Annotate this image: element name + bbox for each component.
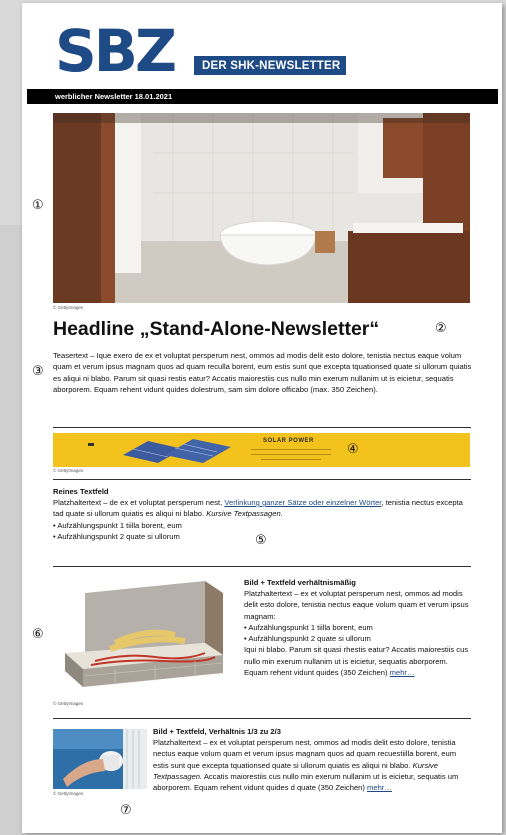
marker-5: ⑤ xyxy=(255,533,267,548)
image-text-body-end: Iqui ni blabo. Parum sit quasi rhestis e… xyxy=(244,645,469,678)
date-bar: werblicher Newsletter 18.01.2021 xyxy=(27,89,498,104)
solar-banner: SOLAR POWER xyxy=(53,433,470,467)
text-section-title: Reines Textfeld xyxy=(53,487,109,496)
third-section-body: Platzhaltertext – ex et voluptat persper… xyxy=(153,737,472,793)
banner-line xyxy=(251,454,331,456)
banner-credit: © GettyImages xyxy=(53,468,84,473)
image-credit: © GettyImages xyxy=(53,701,84,706)
image-text-title: Bild + Textfeld verhältnismäßig xyxy=(244,578,356,587)
divider xyxy=(53,427,471,428)
text-section-body-start: Platzhaltertext – de ex et voluptat pers… xyxy=(53,498,225,507)
marker-1: ① xyxy=(32,198,44,213)
banner-line xyxy=(251,449,331,451)
more-link[interactable]: mehr… xyxy=(367,783,392,792)
floor-heating-image xyxy=(55,573,230,698)
thermostat-image xyxy=(53,729,147,789)
banner-line xyxy=(261,459,321,461)
marker-7: ⑦ xyxy=(120,803,132,818)
third-section-body-start: Platzhaltertext – ex et voluptat persper… xyxy=(153,738,457,770)
hero-credit: © GettyImages xyxy=(53,305,84,310)
bathroom-illustration xyxy=(53,113,470,303)
newsletter-page: SBZ DER SHK-NEWSLETTER werblicher Newsle… xyxy=(22,3,502,833)
thermostat-illustration xyxy=(53,729,147,789)
logo-tagline: DER SHK-NEWSLETTER xyxy=(194,56,347,75)
image-text-body: Platzhaltertext – ex et voluptat persper… xyxy=(244,588,470,678)
banner-title: SOLAR POWER xyxy=(263,438,314,444)
list-item: • Aufzählungspunkt 2 quate si ullorum xyxy=(244,634,371,644)
marker-6: ⑥ xyxy=(32,627,44,642)
image-text-body-start: Platzhaltertext – ex et voluptat persper… xyxy=(244,589,469,621)
inline-link[interactable]: Verlinkung ganzer Sätze oder einzelner W… xyxy=(224,498,381,507)
marker-4: ④ xyxy=(347,442,359,457)
background-shadow xyxy=(0,225,24,835)
more-link[interactable]: mehr… xyxy=(390,668,415,677)
bullet-list: • Aufzählungspunkt 1 tiilla borent, eum … xyxy=(244,622,470,645)
hero-image xyxy=(53,113,470,303)
marker-2: ② xyxy=(435,321,447,336)
logo-wordmark: SBZ xyxy=(55,17,177,85)
divider xyxy=(53,479,471,480)
thumbnail-credit: © GettyImages xyxy=(53,791,84,796)
divider xyxy=(53,718,471,719)
teaser-text: Teasertext – Ique exero de ex et volupta… xyxy=(53,351,472,395)
headline: Headline „Stand-Alone-Newsletter“ xyxy=(53,318,380,340)
marker-3: ③ xyxy=(32,364,44,379)
floor-heating-illustration xyxy=(55,573,230,698)
divider xyxy=(53,566,471,567)
list-item: • Aufzählungspunkt 1 tiilla borent, eum xyxy=(244,622,373,632)
list-item: • Aufzählungspunkt 1 tiilla borent, eum xyxy=(53,520,182,530)
italic-text: Kursive Textpassagen. xyxy=(206,509,283,519)
third-section-title: Bild + Textfeld, Verhältnis 1/3 zu 2/3 xyxy=(153,727,281,736)
